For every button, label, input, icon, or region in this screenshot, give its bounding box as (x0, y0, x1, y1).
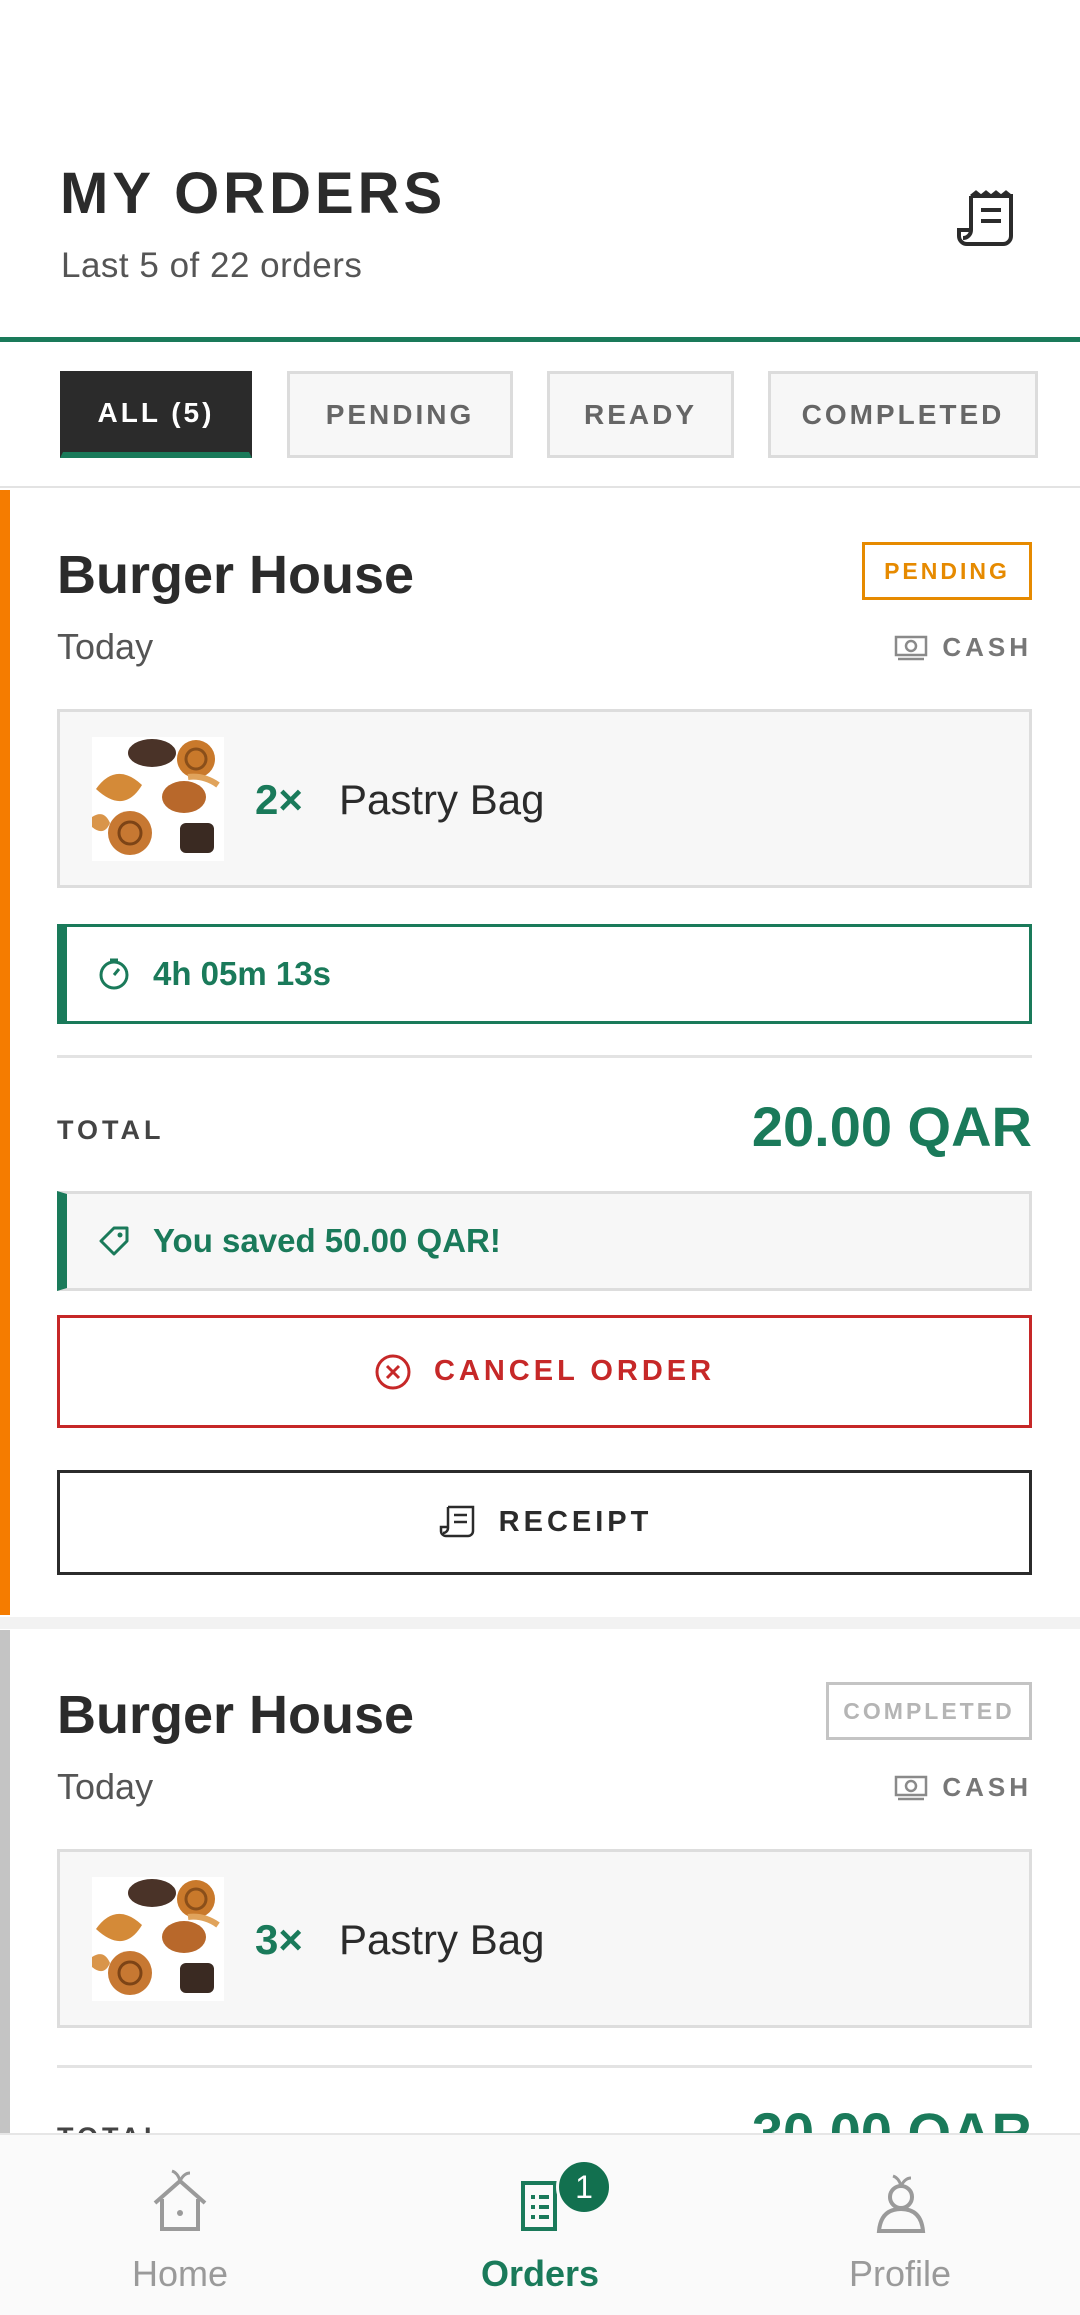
page-title: MY ORDERS (60, 161, 447, 226)
header: MY ORDERS Last 5 of 22 orders (0, 0, 1080, 342)
total-label: TOTAL (57, 1115, 165, 1145)
savings-text: You saved 50.00 QAR! (153, 1222, 501, 1259)
bottom-navigation: Home 1 Orders Profile (0, 2133, 1080, 2315)
total-value: 20.00 QAR (751, 1095, 1032, 1158)
item-name: Pastry Bag (339, 1916, 545, 1963)
payment-method: CASH (894, 632, 1032, 663)
tag-icon (99, 1226, 129, 1256)
item-quantity: 3× (255, 1916, 303, 1963)
order-card: Burger House Today PENDING CASH 2× Pastr… (0, 490, 1080, 1615)
profile-icon (876, 2174, 926, 2233)
status-badge: PENDING (862, 542, 1032, 600)
order-date: Today (57, 626, 154, 667)
divider (57, 2065, 1032, 2068)
order-status-bar (0, 1630, 10, 2140)
payment-label: CASH (942, 632, 1032, 662)
order-item[interactable]: 3× Pastry Bag (57, 1849, 1032, 2028)
cash-icon (895, 635, 928, 660)
nav-orders[interactable]: 1 Orders (360, 2135, 720, 2315)
item-quantity: 2× (255, 776, 303, 823)
order-item[interactable]: 2× Pastry Bag (57, 709, 1032, 888)
divider (57, 1055, 1032, 1058)
order-status-bar (0, 490, 10, 1615)
payment-label: CASH (942, 1772, 1032, 1802)
item-name: Pastry Bag (339, 776, 545, 823)
tab-ready[interactable]: READY (547, 371, 734, 458)
item-thumbnail (92, 1877, 224, 2001)
tab-completed[interactable]: COMPLETED (768, 371, 1038, 458)
status-badge: COMPLETED (826, 1682, 1032, 1740)
receipt-button[interactable]: RECEIPT (57, 1470, 1032, 1575)
tab-all[interactable]: ALL (5) (60, 371, 252, 458)
receipt-label: RECEIPT (498, 1506, 653, 1538)
filter-tabs: ALL (5) PENDING READY COMPLETED (0, 342, 1080, 488)
cancel-icon (375, 1354, 411, 1389)
order-date: Today (57, 1766, 154, 1807)
receipt-icon (439, 1505, 474, 1537)
page-subtitle: Last 5 of 22 orders (61, 246, 363, 285)
nav-home-label: Home (131, 2253, 229, 2294)
receipt-icon (957, 190, 1013, 246)
home-icon (153, 2169, 207, 2231)
receipts-button[interactable] (950, 185, 1022, 257)
savings-banner: You saved 50.00 QAR! (57, 1191, 1032, 1291)
order-card: Burger House Today COMPLETED CASH 3× Pas… (0, 1630, 1080, 2164)
tab-pending[interactable]: PENDING (287, 371, 513, 458)
nav-home[interactable]: Home (0, 2135, 360, 2315)
store-name: Burger House (57, 545, 415, 605)
pickup-timer: 4h 05m 13s (57, 924, 1032, 1024)
timer-text: 4h 05m 13s (153, 955, 331, 992)
payment-method: CASH (894, 1772, 1032, 1803)
cancel-order-button[interactable]: CANCEL ORDER (57, 1315, 1032, 1428)
timer-icon (99, 958, 129, 990)
nav-profile[interactable]: Profile (720, 2135, 1080, 2315)
card-separator (0, 1617, 1080, 1629)
cancel-order-label: CANCEL ORDER (433, 1355, 716, 1387)
nav-orders-label: Orders (480, 2253, 600, 2294)
store-name: Burger House (57, 1685, 415, 1745)
item-thumbnail (92, 737, 224, 861)
cash-icon (895, 1775, 928, 1800)
nav-profile-label: Profile (848, 2253, 952, 2294)
orders-badge: 1 (556, 2159, 612, 2215)
